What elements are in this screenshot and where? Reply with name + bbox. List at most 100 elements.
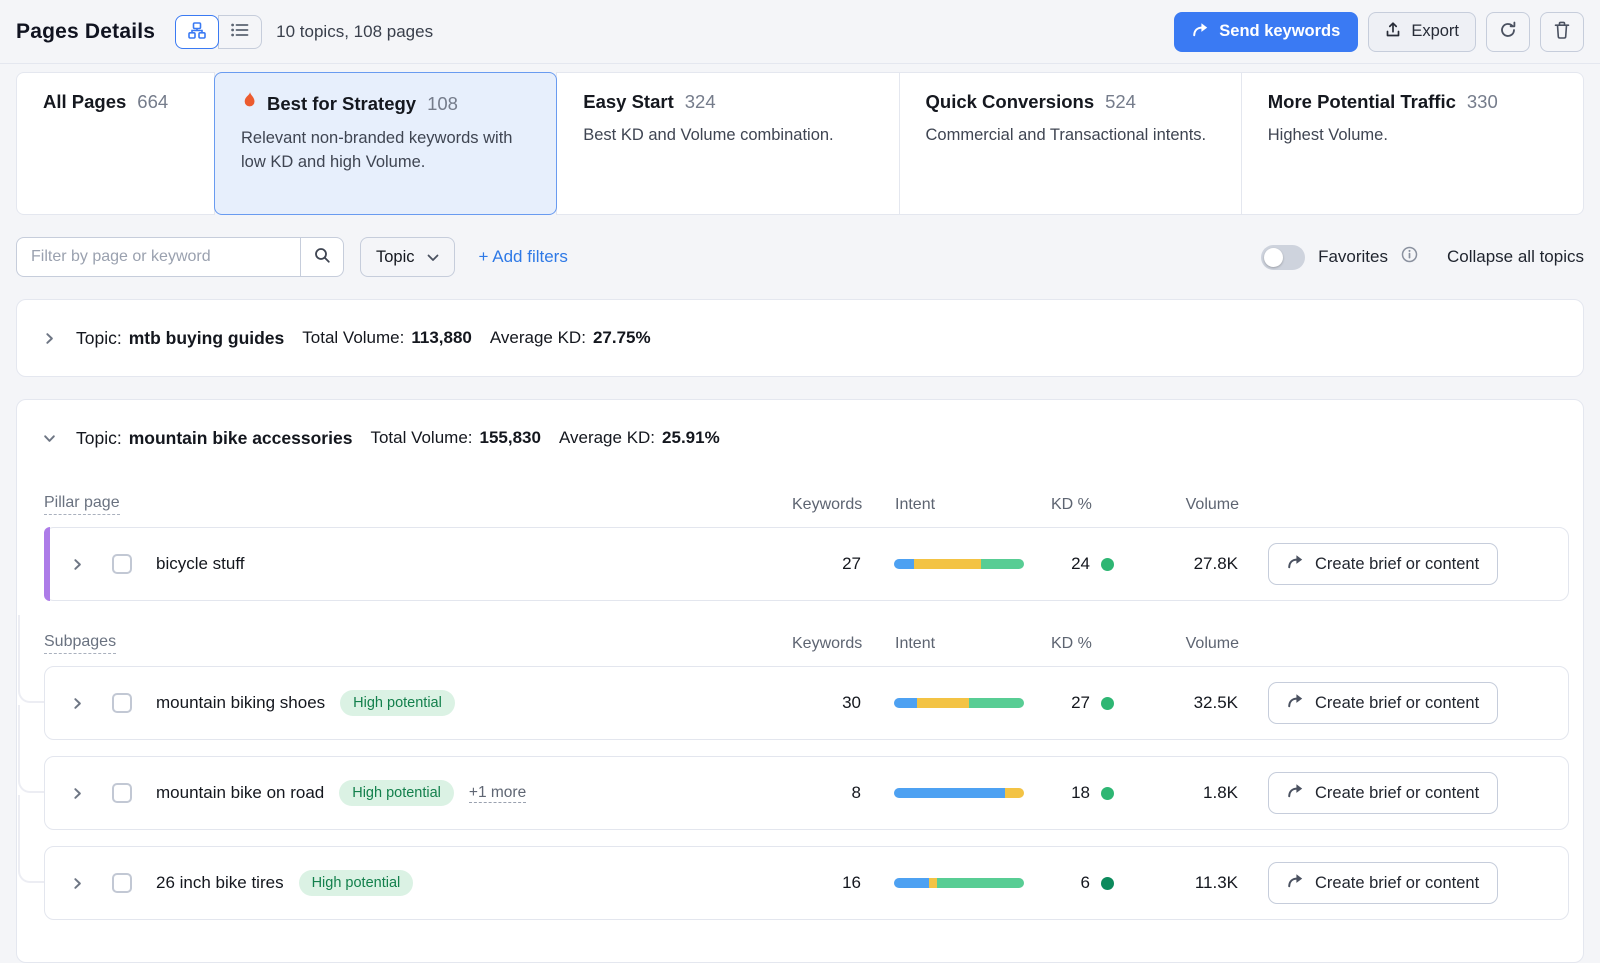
create-brief-button[interactable]: Create brief or content xyxy=(1268,862,1498,904)
col-volume: Volume xyxy=(1135,496,1239,514)
intent-bar xyxy=(894,698,1024,708)
pillar-page-row: bicycle stuff 27 24 27.8K Create brief o… xyxy=(44,527,1569,601)
kd-value: 27 xyxy=(1050,693,1090,713)
tab-easy-start[interactable]: Easy Start 324 Best KD and Volume combin… xyxy=(556,72,899,215)
volume-value: 11.3K xyxy=(1134,873,1238,893)
favorites-toggle[interactable] xyxy=(1261,245,1305,270)
pillar-columns-header: Pillar page Keywords Intent KD % Volume xyxy=(44,478,1569,527)
delete-button[interactable] xyxy=(1540,12,1584,52)
topic-header-row[interactable]: Topic: mountain bike accessories Total V… xyxy=(17,400,1583,476)
send-keywords-button[interactable]: Send keywords xyxy=(1174,12,1358,52)
trash-icon xyxy=(1554,21,1570,42)
view-toggle xyxy=(175,15,262,49)
row-checkbox[interactable] xyxy=(112,783,132,803)
collapse-all-topics-link[interactable]: Collapse all topics xyxy=(1447,247,1584,267)
volume-value: 27.8K xyxy=(1134,554,1238,574)
col-volume: Volume xyxy=(1135,635,1239,653)
average-kd-value: 25.91% xyxy=(662,428,720,448)
chevron-right-icon[interactable] xyxy=(71,877,84,890)
chevron-right-icon[interactable] xyxy=(43,332,56,345)
topic-prefix: Topic: xyxy=(76,328,122,349)
tab-quick-conversions[interactable]: Quick Conversions 524 Commercial and Tra… xyxy=(899,72,1242,215)
filter-input[interactable] xyxy=(16,237,300,277)
tab-count: 524 xyxy=(1105,91,1136,113)
total-volume-value: 113,880 xyxy=(411,328,472,348)
high-potential-badge: High potential xyxy=(299,870,414,896)
col-intent: Intent xyxy=(895,496,1025,514)
subpage-row: mountain bike on road High potential +1 … xyxy=(44,756,1569,830)
topic-card-mountain-bike-accessories: Topic: mountain bike accessories Total V… xyxy=(16,399,1584,963)
header-actions: Send keywords Export xyxy=(1174,12,1584,52)
favorites-label: Favorites xyxy=(1318,247,1388,267)
list-icon xyxy=(231,23,249,40)
tab-count: 664 xyxy=(137,91,168,113)
kd-value: 6 xyxy=(1050,873,1090,893)
kd-value: 18 xyxy=(1050,783,1090,803)
topic-card-mtb-buying-guides: Topic: mtb buying guides Total Volume: 1… xyxy=(16,299,1584,377)
send-arrow-icon xyxy=(1192,22,1209,42)
arrow-curve-icon xyxy=(1287,693,1304,713)
keywords-count: 8 xyxy=(791,783,861,803)
info-icon[interactable] xyxy=(1401,246,1418,268)
tab-best-for-strategy[interactable]: Best for Strategy 108 Relevant non-brand… xyxy=(214,72,557,215)
page-title: Pages Details xyxy=(16,20,155,44)
tab-label: More Potential Traffic xyxy=(1268,91,1456,113)
strategy-tabs: All Pages 664 Best for Strategy 108 Rele… xyxy=(16,72,1584,215)
tab-description: Relevant non-branded keywords with low K… xyxy=(241,127,530,175)
search-button[interactable] xyxy=(300,237,344,277)
tab-label: All Pages xyxy=(43,91,126,113)
total-volume-label: Total Volume: xyxy=(370,428,472,448)
page-name: 26 inch bike tires xyxy=(156,873,284,893)
row-checkbox[interactable] xyxy=(112,554,132,574)
tab-count: 324 xyxy=(685,91,716,113)
list-view-button[interactable] xyxy=(218,15,262,49)
chevron-right-icon[interactable] xyxy=(71,697,84,710)
total-volume-label: Total Volume: xyxy=(302,328,404,348)
tab-label: Quick Conversions xyxy=(926,91,1095,113)
page-name: bicycle stuff xyxy=(156,554,245,574)
toggle-knob xyxy=(1264,248,1283,267)
flame-icon xyxy=(241,91,258,116)
create-brief-button[interactable]: Create brief or content xyxy=(1268,543,1498,585)
topic-name: mtb buying guides xyxy=(129,328,285,349)
tab-count: 330 xyxy=(1467,91,1498,113)
col-keywords: Keywords xyxy=(792,496,862,514)
tab-description: Highest Volume. xyxy=(1268,124,1557,148)
total-volume-value: 155,830 xyxy=(480,428,541,448)
search-group xyxy=(16,237,344,277)
chevron-down-icon xyxy=(427,248,439,267)
page-name: mountain bike on road xyxy=(156,783,324,803)
tab-label: Best for Strategy xyxy=(267,93,416,115)
export-button[interactable]: Export xyxy=(1368,12,1476,52)
more-badges-link[interactable]: +1 more xyxy=(469,784,526,803)
tab-description: Commercial and Transactional intents. xyxy=(926,124,1215,148)
chevron-down-icon[interactable] xyxy=(43,432,56,445)
create-brief-button[interactable]: Create brief or content xyxy=(1268,682,1498,724)
chevron-right-icon[interactable] xyxy=(71,787,84,800)
export-icon xyxy=(1385,21,1401,43)
kd-dot xyxy=(1101,697,1114,710)
chevron-right-icon[interactable] xyxy=(71,558,84,571)
tab-more-potential-traffic[interactable]: More Potential Traffic 330 Highest Volum… xyxy=(1241,72,1584,215)
create-brief-button[interactable]: Create brief or content xyxy=(1268,772,1498,814)
topic-filter-dropdown[interactable]: Topic xyxy=(360,237,455,277)
row-checkbox[interactable] xyxy=(112,693,132,713)
tab-all-pages[interactable]: All Pages 664 xyxy=(16,72,215,215)
add-filters-link[interactable]: + Add filters xyxy=(479,247,568,267)
subpages-columns-header: Subpages Keywords Intent KD % Volume xyxy=(44,617,1569,666)
row-checkbox[interactable] xyxy=(112,873,132,893)
average-kd-label: Average KD: xyxy=(559,428,655,448)
average-kd-value: 27.75% xyxy=(593,328,651,348)
keywords-count: 27 xyxy=(791,554,861,574)
kd-value: 24 xyxy=(1050,554,1090,574)
topics-pages-summary: 10 topics, 108 pages xyxy=(276,22,433,42)
col-kd: KD % xyxy=(1051,496,1135,514)
refresh-button[interactable] xyxy=(1486,12,1530,52)
subpage-row: mountain biking shoes High potential 30 … xyxy=(44,666,1569,740)
col-keywords: Keywords xyxy=(792,635,862,653)
topic-header-row[interactable]: Topic: mtb buying guides Total Volume: 1… xyxy=(17,300,1583,376)
tree-view-button[interactable] xyxy=(175,15,219,49)
tab-label: Easy Start xyxy=(583,91,674,113)
high-potential-badge: High potential xyxy=(340,690,455,716)
page-name: mountain biking shoes xyxy=(156,693,325,713)
